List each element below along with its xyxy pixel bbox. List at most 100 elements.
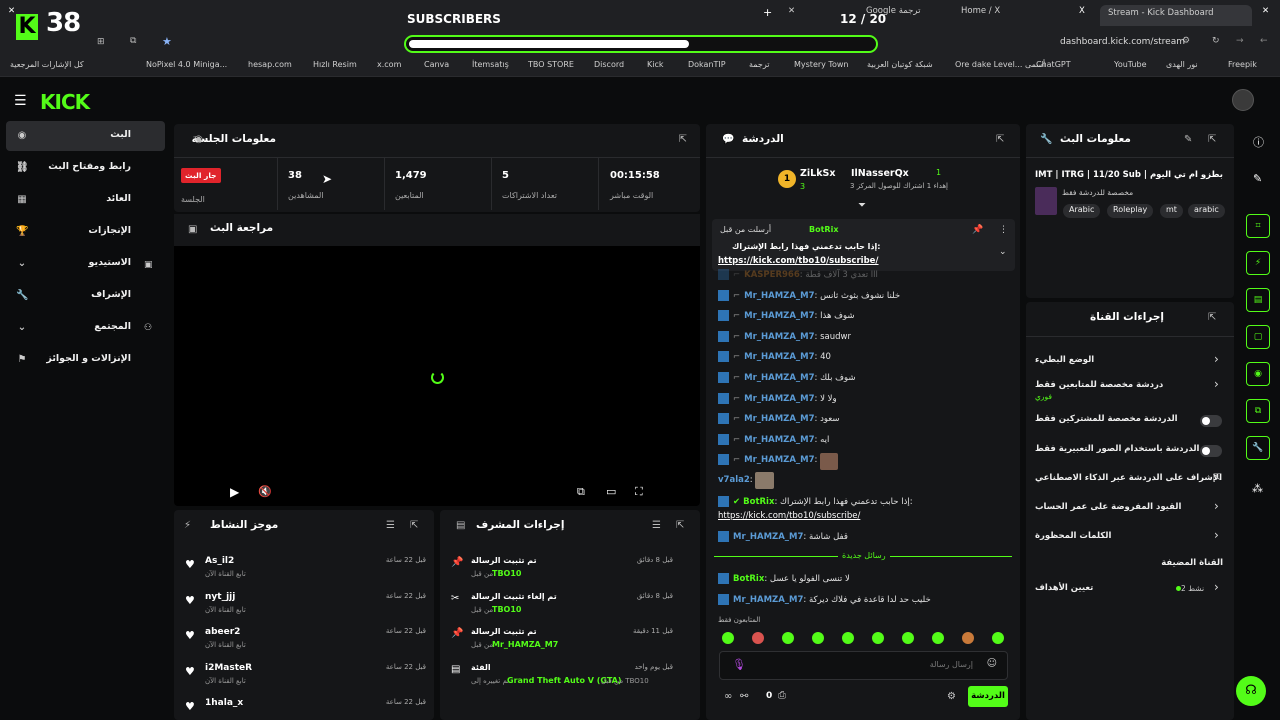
- bookmark-item[interactable]: كل الإشارات المرجعية: [10, 60, 84, 69]
- chevron-down-icon[interactable]: ⌄: [999, 247, 1007, 257]
- bookmark-item[interactable]: Hızlı Resim: [313, 60, 357, 69]
- chat-username[interactable]: Mr_HAMZA_M7: [733, 595, 803, 605]
- gifter-name[interactable]: IlNasserQx: [851, 168, 909, 179]
- channel-action-label[interactable]: دردشة مخصصة للمتابعين فقط: [1035, 380, 1195, 390]
- chat-username[interactable]: Mr_HAMZA_M7: [744, 414, 814, 424]
- tab-kick-dashboard[interactable]: Stream - Kick Dashboard: [1100, 5, 1252, 26]
- bookmark-item[interactable]: Kick: [647, 60, 664, 69]
- theater-icon[interactable]: ▭: [606, 485, 616, 498]
- mute-icon[interactable]: 🔇: [258, 485, 272, 498]
- back-icon[interactable]: ←: [1260, 36, 1268, 46]
- emote-icon[interactable]: [962, 632, 974, 644]
- channel-action-label[interactable]: الدردشة باستخدام الصور التعبيرية فقط: [1035, 444, 1199, 454]
- mic-icon[interactable]: 🎙: [732, 658, 746, 671]
- popout-icon[interactable]: ⇱: [1208, 134, 1216, 145]
- filter-icon[interactable]: ☰: [652, 520, 661, 531]
- popout-icon[interactable]: ⇱: [676, 520, 684, 531]
- menu-icon[interactable]: ☰: [14, 93, 27, 109]
- external-link-icon[interactable]: ⇱: [1213, 473, 1221, 483]
- chevron-right-icon[interactable]: ›: [1214, 580, 1219, 594]
- channel-action-label[interactable]: الإشراف على الدردشة عبر الذكاء الاصطناعي: [1035, 473, 1222, 483]
- popout-icon[interactable]: ⇱: [410, 520, 418, 531]
- mod-action-user[interactable]: TBO10: [492, 569, 522, 578]
- emote-icon[interactable]: [812, 632, 824, 644]
- popout-icon[interactable]: ⇱: [1208, 312, 1216, 323]
- sidebar-item[interactable]: ⛓ رابط ومفتاح البث: [6, 153, 165, 183]
- chat-username[interactable]: Mr_HAMZA_M7: [733, 532, 803, 542]
- channel-action-label[interactable]: الوضع البطيء: [1035, 355, 1195, 365]
- fullscreen-icon[interactable]: ⛶: [635, 485, 643, 499]
- kick-logo[interactable]: KICK: [40, 90, 90, 114]
- emote-icon[interactable]: [842, 632, 854, 644]
- bookmark-item[interactable]: نور الهدى: [1166, 60, 1198, 69]
- chat-image[interactable]: [820, 453, 838, 470]
- sidebar-item[interactable]: ▦ العائد: [6, 185, 165, 215]
- chat-username[interactable]: Mr_HAMZA_M7: [744, 455, 814, 465]
- chat-username[interactable]: v7ala2: [718, 475, 750, 485]
- toggle-switch[interactable]: [1200, 445, 1222, 457]
- chevron-right-icon[interactable]: ›: [1214, 528, 1219, 542]
- tag-chip[interactable]: mt: [1160, 204, 1183, 218]
- pinned-link[interactable]: https://kick.com/tbo10/subscribe/: [718, 256, 879, 266]
- bookmark-item[interactable]: Canva: [424, 60, 449, 69]
- emote-icon[interactable]: [902, 632, 914, 644]
- play-icon[interactable]: ▶: [230, 485, 239, 499]
- popout-icon[interactable]: ⇱: [996, 134, 1004, 145]
- support-icon[interactable]: ☊: [1236, 676, 1266, 706]
- send-chat-button[interactable]: الدردشة: [968, 686, 1008, 707]
- emote-icon[interactable]: [782, 632, 794, 644]
- bookmark-item[interactable]: x.com: [377, 60, 401, 69]
- chat-username[interactable]: Mr_HAMZA_M7: [744, 352, 814, 362]
- mod-action-user[interactable]: Mr_HAMZA_M7: [492, 640, 558, 649]
- chat-username[interactable]: Mr_HAMZA_M7: [744, 394, 814, 404]
- chevron-right-icon[interactable]: ›: [1214, 499, 1219, 513]
- bookmark-item[interactable]: Mystery Town: [794, 60, 848, 69]
- pinned-user[interactable]: BotRix: [809, 225, 838, 234]
- bookmark-item[interactable]: Ore dake Level... أسمى: [955, 60, 1045, 69]
- wrench-icon[interactable]: 🔧: [1246, 436, 1270, 460]
- chat-username[interactable]: BotRix: [733, 574, 764, 584]
- document-icon[interactable]: ▤: [1246, 288, 1270, 312]
- gift-icon[interactable]: ⎙: [778, 690, 786, 701]
- sidebar-item[interactable]: ⚑ الإنزالات و الجوائز: [6, 345, 165, 375]
- bookmark-item[interactable]: İtemsatış: [472, 60, 509, 69]
- top-gifter-name[interactable]: ZiLkSx: [800, 168, 836, 179]
- pip-icon[interactable]: ⧉: [577, 485, 585, 499]
- chat-image[interactable]: [755, 472, 774, 489]
- activity-username[interactable]: nyt_jjj: [205, 592, 235, 602]
- toggle-switch[interactable]: [1200, 415, 1222, 427]
- emote-icon[interactable]: [932, 632, 944, 644]
- chat-username[interactable]: Mr_HAMZA_M7: [744, 311, 814, 321]
- collapse-icon[interactable]: ⏷: [858, 200, 866, 211]
- puzzle-icon[interactable]: ⁂: [1252, 482, 1263, 495]
- activity-username[interactable]: As_il2: [205, 556, 234, 566]
- screenshot-icon[interactable]: ⧉: [130, 36, 136, 46]
- tag-chip[interactable]: Roleplay: [1107, 204, 1154, 218]
- activity-username[interactable]: abeer2: [205, 627, 240, 637]
- channel-action-label[interactable]: القيود المفروضة على عمر الحساب: [1035, 502, 1195, 512]
- tag-chip[interactable]: Arabic: [1063, 204, 1101, 218]
- filter-icon[interactable]: ☰: [386, 520, 395, 531]
- bookmark-item[interactable]: NoPixel 4.0 Miniga...: [146, 60, 227, 69]
- info-icon[interactable]: ⓘ: [1253, 134, 1264, 150]
- chat-link[interactable]: https://kick.com/tbo10/subscribe/: [718, 511, 860, 521]
- chevron-right-icon[interactable]: ›: [1214, 377, 1219, 391]
- activity-username[interactable]: 1hala_x: [205, 698, 243, 708]
- emote-icon[interactable]: [752, 632, 764, 644]
- bookmark-item[interactable]: Discord: [594, 60, 624, 69]
- channel-action-label[interactable]: الدردشة مخصصة للمشتركين فقط: [1035, 414, 1195, 424]
- close-icon[interactable]: ✕: [8, 6, 15, 24]
- close-icon[interactable]: ✕: [1262, 6, 1269, 24]
- sidebar-item[interactable]: ⌄ المجتمع: [6, 313, 165, 343]
- scan-icon[interactable]: ⌗: [1246, 214, 1270, 238]
- edit-icon[interactable]: ✎: [1184, 134, 1192, 145]
- emote-icon[interactable]: [872, 632, 884, 644]
- chat-username[interactable]: Mr_HAMZA_M7: [744, 291, 814, 301]
- close-icon[interactable]: ✕: [788, 6, 795, 24]
- gear-icon[interactable]: ⚙: [947, 691, 956, 702]
- address-bar[interactable]: dashboard.kick.com/stream: [1060, 37, 1185, 47]
- bookmark-item[interactable]: DokanTIP: [688, 60, 726, 69]
- tab-home-x[interactable]: Home / X: [961, 6, 1000, 24]
- infinity-icon[interactable]: ∞: [724, 691, 732, 702]
- layers-icon[interactable]: ⧉: [1246, 399, 1270, 423]
